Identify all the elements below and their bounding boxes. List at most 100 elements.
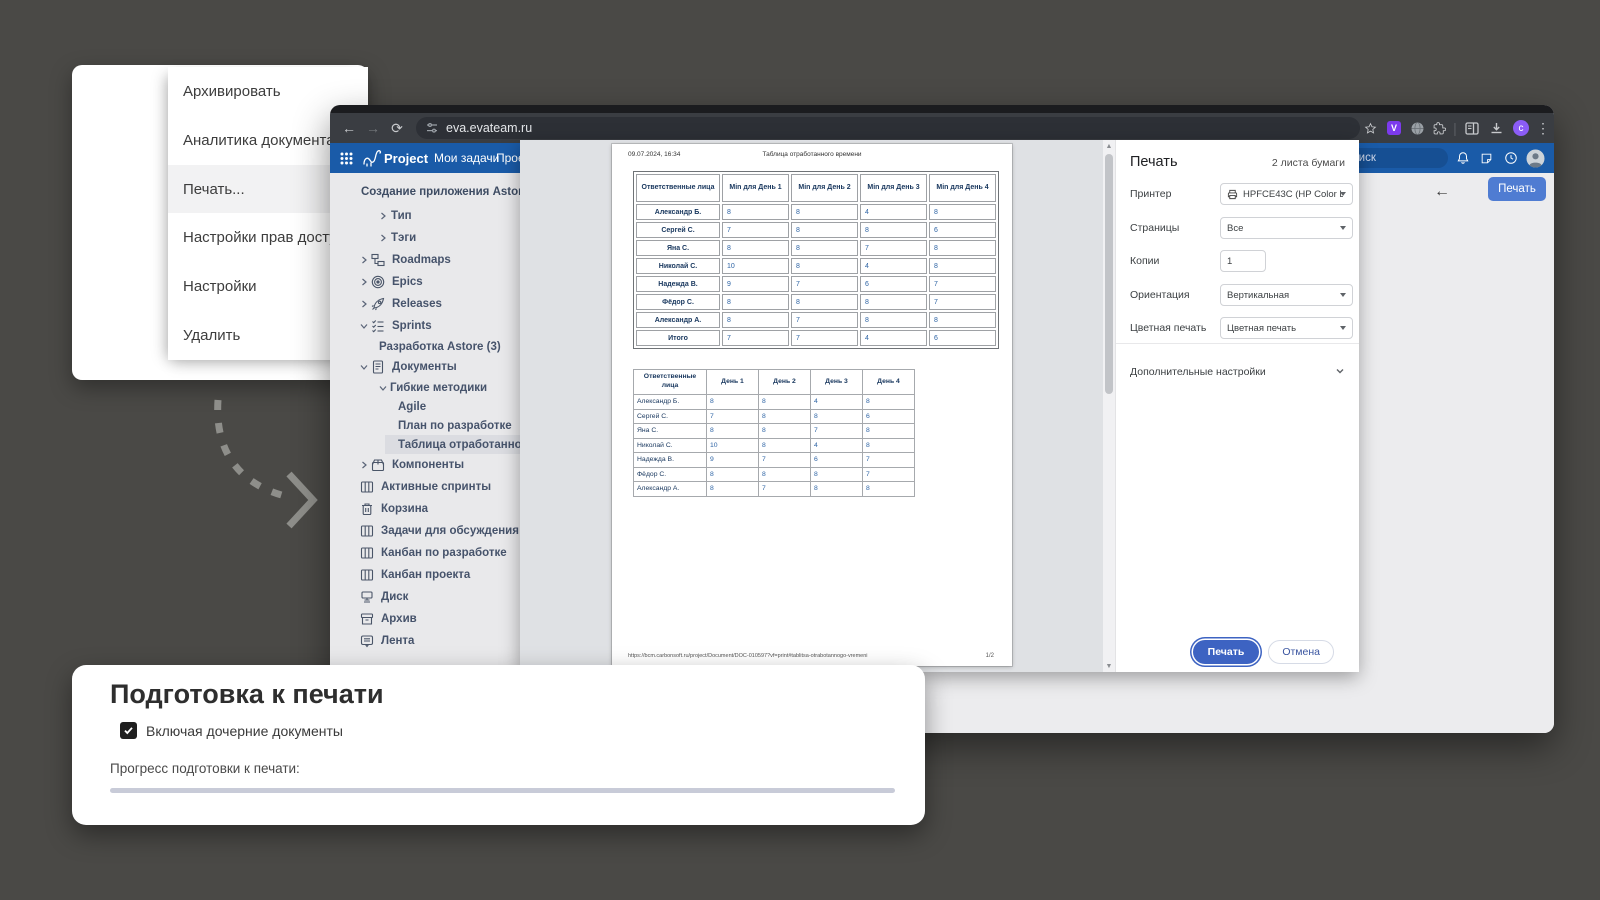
page-back-icon[interactable]: ←: [1434, 183, 1450, 201]
globe-extension-icon[interactable]: [1408, 113, 1426, 143]
cell-value: 8: [722, 312, 789, 328]
sidebar-item-план-по-разработке[interactable]: План по разработке: [330, 416, 520, 435]
sidebar-item-канбан-проекта[interactable]: Канбан проекта: [330, 564, 520, 586]
cell-value: 6: [811, 453, 863, 468]
field-select[interactable]: Все: [1220, 217, 1353, 239]
sidebar-item-разработка-astore-3-[interactable]: Разработка Astore (3): [330, 337, 520, 356]
cell-value: 8: [707, 395, 759, 410]
print-cancel-button[interactable]: Отмена: [1268, 640, 1334, 664]
history-clock-icon[interactable]: [1504, 143, 1518, 173]
sidebar-item-roadmaps[interactable]: Roadmaps: [330, 249, 520, 271]
sidebar-item-label: Гибкие методики: [390, 382, 487, 394]
chevron-right-icon: [360, 300, 370, 308]
sidebar-item-лента[interactable]: Лента: [330, 630, 520, 652]
sidebar-item-label: Компоненты: [392, 459, 464, 471]
cell-value: 8: [860, 222, 927, 238]
apps-grid-icon[interactable]: [340, 143, 353, 173]
address-bar[interactable]: eva.evateam.ru: [416, 117, 1360, 139]
sidebar-item-канбан-по-разработке[interactable]: Канбан по разработке: [330, 542, 520, 564]
scroll-down-icon[interactable]: ▼: [1103, 661, 1115, 671]
cell-value: 4: [860, 258, 927, 274]
sidebar-item-архив[interactable]: Архив: [330, 608, 520, 630]
chevron-right-icon: [360, 256, 370, 264]
back-icon[interactable]: ←: [338, 113, 360, 143]
cell-value: 8: [791, 258, 858, 274]
row-label: Александр Б.: [634, 395, 707, 410]
cell-value: 10: [722, 258, 789, 274]
sidebar-item-корзина[interactable]: Корзина: [330, 498, 520, 520]
dropdown-caret-icon: [1340, 192, 1346, 196]
site-settings-icon[interactable]: [426, 122, 438, 134]
notifications-bell-icon[interactable]: [1456, 143, 1470, 173]
print-confirm-button[interactable]: Печать: [1193, 640, 1260, 664]
include-children-checkbox[interactable]: [120, 722, 137, 739]
scroll-up-icon[interactable]: ▲: [1103, 141, 1115, 151]
print-field-color: Цветная печатьЦветная печать: [1116, 317, 1359, 339]
sidebar-item-активные-спринты[interactable]: Активные спринты: [330, 476, 520, 498]
sidebar-item-таблица-отработанного-времени[interactable]: Таблица отработанного времени: [330, 435, 520, 454]
print-preview-area: 09.07.2024, 16:34 Таблица отработанного …: [520, 140, 1103, 672]
sidebar-item-тип[interactable]: Тип: [330, 205, 520, 227]
document-page-preview: 09.07.2024, 16:34 Таблица отработанного …: [612, 144, 1012, 666]
cell-value: 8: [759, 467, 811, 482]
more-settings-label[interactable]: Дополнительные настройки: [1130, 366, 1266, 378]
sidebar-item-releases[interactable]: Releases: [330, 293, 520, 315]
chevron-down-icon[interactable]: [1335, 366, 1345, 376]
cell-value: 7: [722, 222, 789, 238]
document-icon: [371, 360, 386, 375]
browser-menu-dots-icon[interactable]: ⋮: [1536, 113, 1550, 143]
profile-avatar-icon[interactable]: c: [1510, 113, 1532, 143]
sidebar-item-label: Releases: [392, 298, 442, 310]
doc-footer-url: https://bcm.carbonsoft.ru/project/Docume…: [628, 653, 868, 659]
copies-input[interactable]: 1: [1220, 250, 1266, 272]
bookmark-star-icon[interactable]: [1360, 113, 1380, 143]
sidebar-item-компоненты[interactable]: Компоненты: [330, 454, 520, 476]
user-avatar[interactable]: [1526, 143, 1545, 173]
table-header: Min для День 4: [929, 174, 996, 202]
sidebar-item-тэги[interactable]: Тэги: [330, 227, 520, 249]
cell-value: 4: [860, 330, 927, 346]
sidebar-project-title[interactable]: Создание приложения Astore: [330, 179, 520, 205]
window-top-edge: [330, 105, 1554, 113]
row-label: Надежда В.: [636, 276, 720, 292]
field-select[interactable]: Цветная печать: [1220, 317, 1353, 339]
extension-v-icon[interactable]: V: [1386, 113, 1402, 143]
sidebar-item-label: Канбан по разработке: [381, 547, 507, 559]
field-value: 1: [1227, 256, 1232, 267]
download-icon[interactable]: [1486, 113, 1506, 143]
sidebar-item-epics[interactable]: Epics: [330, 271, 520, 293]
preview-scrollbar[interactable]: ▲ ▼: [1103, 140, 1115, 672]
row-label: Сергей С.: [636, 222, 720, 238]
sidebar-item-документы[interactable]: Документы: [330, 356, 520, 378]
package-icon: [371, 458, 386, 473]
chevron-right-icon: [379, 234, 389, 242]
sidebar-item-agile[interactable]: Agile: [330, 397, 520, 416]
worked-time-table-1: Ответственные лицаMin для День 1Min для …: [633, 171, 999, 349]
sheets-count: 2 листа бумаги: [1272, 157, 1345, 169]
chevron-down-icon: [360, 322, 370, 330]
row-label: Сергей С.: [634, 409, 707, 424]
progress-bar: [110, 788, 895, 793]
sidebar-item-гибкие-методики[interactable]: Гибкие методики: [330, 378, 520, 397]
table-row: Александр А.8788: [634, 482, 915, 497]
reload-icon[interactable]: ⟳: [386, 113, 408, 143]
notes-icon[interactable]: [1480, 143, 1493, 173]
evateam-dino-logo: [362, 143, 382, 173]
forward-icon[interactable]: →: [362, 113, 384, 143]
field-select[interactable]: HPFCE43C (HP Color La: [1220, 183, 1353, 205]
sidebar-item-label: Документы: [392, 361, 457, 373]
kanban-icon: [360, 546, 375, 561]
table-row: Александр Б.8848: [636, 204, 996, 220]
sidebar-item-sprints[interactable]: Sprints: [330, 315, 520, 337]
side-panel-icon[interactable]: [1462, 113, 1482, 143]
nav-my-tasks[interactable]: Мои задачи: [434, 143, 499, 173]
row-label: Яна С.: [636, 240, 720, 256]
product-name[interactable]: Project: [384, 143, 428, 173]
field-select[interactable]: Вертикальная: [1220, 284, 1353, 306]
cell-value: 8: [811, 467, 863, 482]
preview-scrollbar-thumb[interactable]: [1105, 154, 1113, 394]
page-print-button[interactable]: Печать: [1488, 177, 1546, 201]
sidebar-item-задачи-для-обсуждения[interactable]: Задачи для обсуждения: [330, 520, 520, 542]
extensions-puzzle-icon[interactable]: [1430, 113, 1448, 143]
sidebar-item-диск[interactable]: Диск: [330, 586, 520, 608]
